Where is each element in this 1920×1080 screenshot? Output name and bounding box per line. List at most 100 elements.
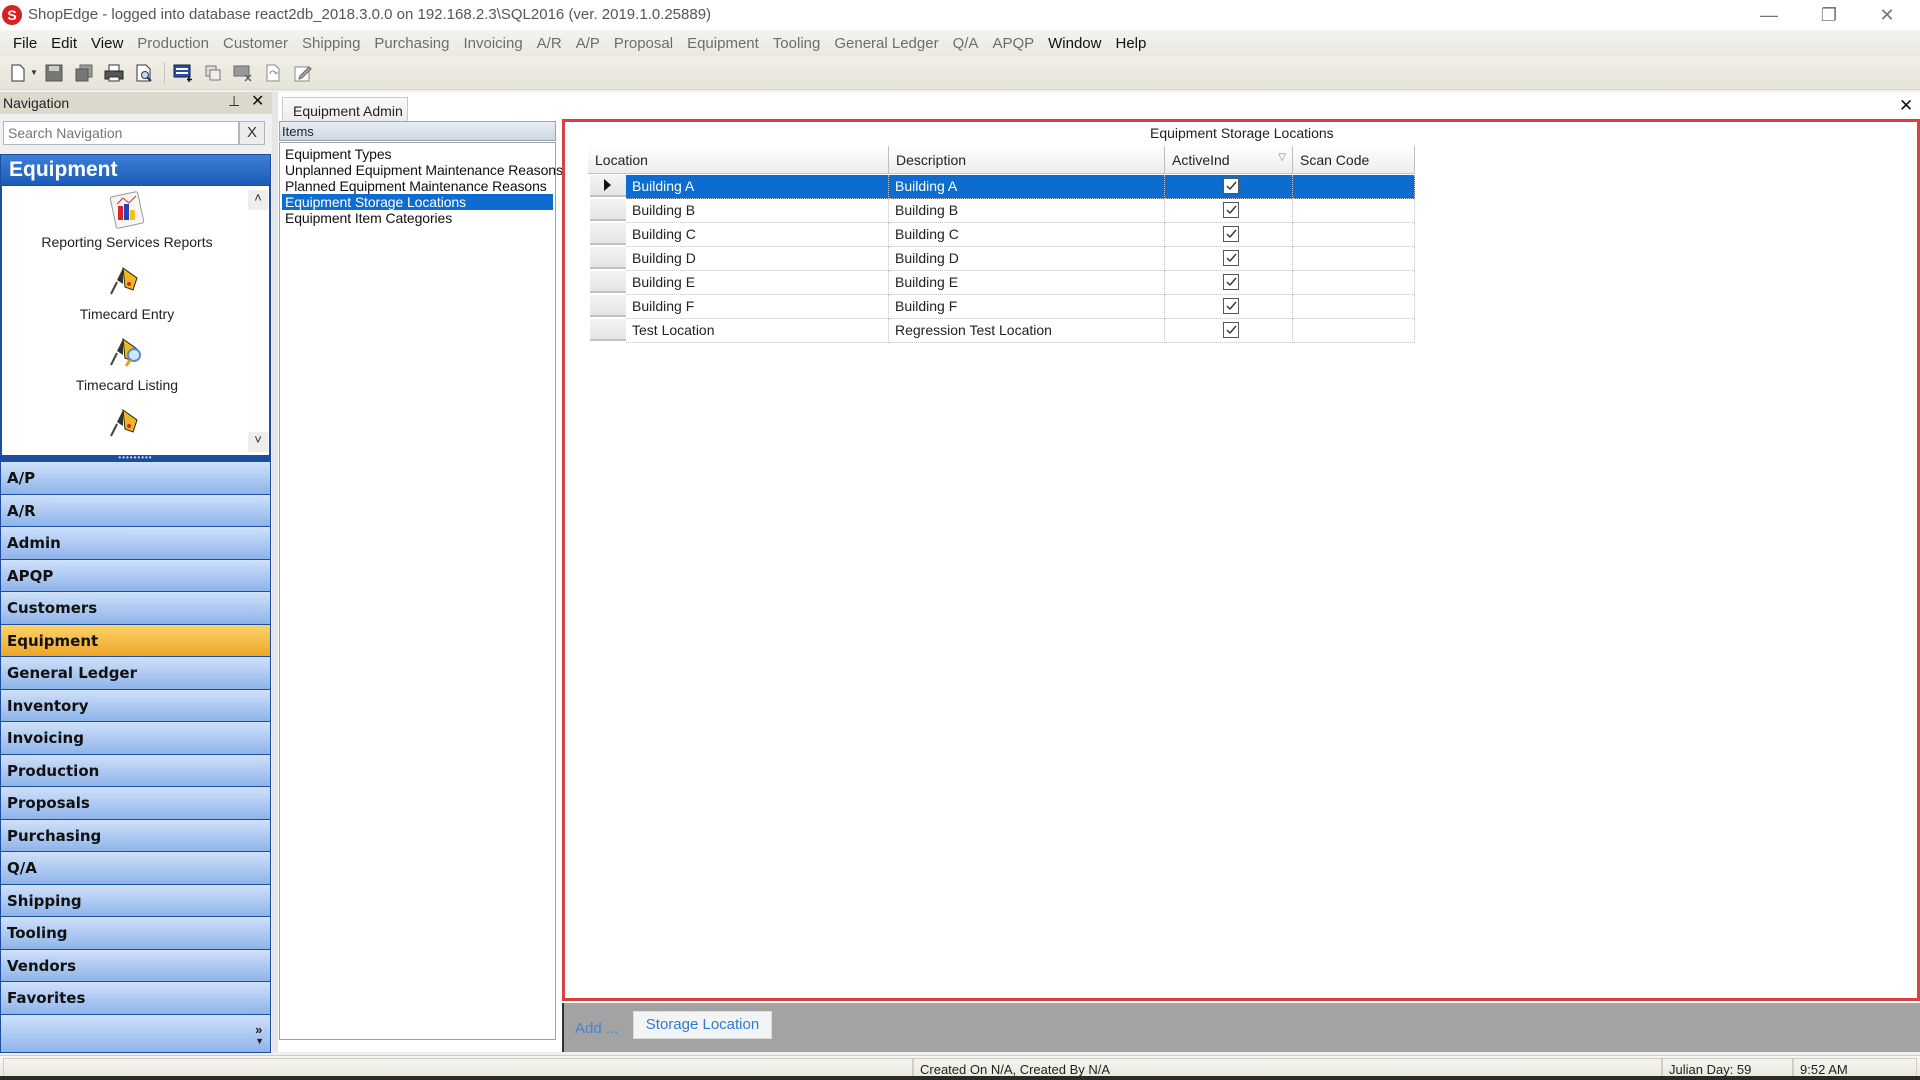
nav-group-a-r[interactable]: A/R <box>0 494 271 527</box>
navigation-splitter[interactable]: ••••••••• <box>0 454 271 462</box>
search-navigation-input[interactable] <box>3 121 239 145</box>
item-equipment-storage-locations[interactable]: Equipment Storage Locations <box>282 194 553 210</box>
cell-location[interactable]: Test Location <box>626 319 889 343</box>
cell-scan-code[interactable] <box>1293 319 1415 343</box>
active-checkbox[interactable] <box>1223 178 1239 194</box>
active-checkbox[interactable] <box>1223 274 1239 290</box>
clear-search-button[interactable]: X <box>239 121 265 145</box>
refresh-icon[interactable] <box>261 61 285 85</box>
cell-description[interactable]: Building D <box>889 247 1165 271</box>
menu-invoicing[interactable]: Invoicing <box>456 35 529 52</box>
menu-proposal[interactable]: Proposal <box>607 35 680 52</box>
copy-record-icon[interactable] <box>201 61 225 85</box>
column-header-scan-code[interactable]: Scan Code <box>1293 146 1415 174</box>
column-header-location[interactable]: Location <box>588 146 889 174</box>
cell-description[interactable]: Building C <box>889 223 1165 247</box>
shortcut-scroll-up-button[interactable]: ˄ <box>248 190 268 210</box>
menu-view[interactable]: View <box>84 35 130 52</box>
new-dropdown-icon[interactable]: ▼ <box>30 68 38 77</box>
delete-record-icon[interactable] <box>231 61 255 85</box>
menu-a-r[interactable]: A/R <box>530 35 569 52</box>
tab-equipment-admin[interactable]: Equipment Admin <box>282 97 408 121</box>
active-checkbox[interactable] <box>1223 322 1239 338</box>
shortcut-scroll-down-button[interactable]: ˅ <box>248 432 268 452</box>
cell-scan-code[interactable] <box>1293 223 1415 247</box>
nav-group-customers[interactable]: Customers <box>0 592 271 625</box>
print-preview-icon[interactable] <box>132 61 156 85</box>
close-navigation-icon[interactable]: ✕ <box>251 91 264 111</box>
nav-group-shipping[interactable]: Shipping <box>0 884 271 917</box>
cell-description[interactable]: Building F <box>889 295 1165 319</box>
row-selector[interactable] <box>590 271 626 293</box>
minimize-button[interactable]: — <box>1740 0 1798 30</box>
nav-group-proposals[interactable]: Proposals <box>0 787 271 820</box>
menu-edit[interactable]: Edit <box>44 35 84 52</box>
menu-q-a[interactable]: Q/A <box>946 35 986 52</box>
nav-group-a-p[interactable]: A/P <box>0 462 271 495</box>
save-icon[interactable] <box>42 61 66 85</box>
column-header-activeind[interactable]: ActiveInd ▽ <box>1165 146 1293 174</box>
nav-group-tooling[interactable]: Tooling <box>0 917 271 950</box>
cell-scan-code[interactable] <box>1293 175 1415 199</box>
column-header-description[interactable]: Description <box>889 146 1165 174</box>
row-selector[interactable] <box>590 319 626 341</box>
nav-group-vendors[interactable]: Vendors <box>0 949 271 982</box>
nav-group-invoicing[interactable]: Invoicing <box>0 722 271 755</box>
item-unplanned-equipment-maintenance-reasons[interactable]: Unplanned Equipment Maintenance Reasons <box>282 162 563 178</box>
row-selector[interactable] <box>590 223 626 245</box>
menu-customer[interactable]: Customer <box>216 35 295 52</box>
menu-window[interactable]: Window <box>1041 35 1108 52</box>
menu-file[interactable]: File <box>6 35 44 52</box>
active-checkbox[interactable] <box>1223 226 1239 242</box>
nav-group-equipment[interactable]: Equipment <box>0 624 271 657</box>
nav-group-favorites[interactable]: Favorites <box>0 982 271 1015</box>
edit-icon[interactable] <box>291 61 315 85</box>
cell-scan-code[interactable] <box>1293 295 1415 319</box>
active-checkbox[interactable] <box>1223 202 1239 218</box>
add-link[interactable]: Add ... <box>575 1020 618 1037</box>
print-icon[interactable] <box>102 61 126 85</box>
nav-group-apqp[interactable]: APQP <box>0 559 271 592</box>
nav-group-admin[interactable]: Admin <box>0 527 271 560</box>
pin-icon[interactable]: ⊥ <box>228 93 240 110</box>
row-selector[interactable] <box>590 199 626 221</box>
cell-scan-code[interactable] <box>1293 271 1415 295</box>
menu-shipping[interactable]: Shipping <box>295 35 367 52</box>
new-document-icon[interactable] <box>6 61 30 85</box>
table-row[interactable]: Building F Building F <box>588 295 1415 319</box>
filter-icon[interactable]: ▽ <box>1278 152 1286 163</box>
restore-button[interactable]: ❐ <box>1800 0 1858 30</box>
table-row[interactable]: Building E Building E <box>588 271 1415 295</box>
cell-description[interactable]: Building B <box>889 199 1165 223</box>
cell-scan-code[interactable] <box>1293 199 1415 223</box>
item-equipment-item-categories[interactable]: Equipment Item Categories <box>282 210 553 226</box>
active-checkbox[interactable] <box>1223 250 1239 266</box>
row-selector[interactable] <box>590 295 626 317</box>
cell-description[interactable]: Regression Test Location <box>889 319 1165 343</box>
menu-equipment[interactable]: Equipment <box>680 35 766 52</box>
menu-tooling[interactable]: Tooling <box>766 35 828 52</box>
shortcut-unlabeled[interactable] <box>2 404 252 444</box>
shortcut-reporting-services-reports[interactable]: Reporting Services Reports <box>2 190 252 250</box>
menu-help[interactable]: Help <box>1108 35 1153 52</box>
nav-group-inventory[interactable]: Inventory <box>0 689 271 722</box>
menu-purchasing[interactable]: Purchasing <box>367 35 456 52</box>
table-row[interactable]: Test Location Regression Test Location <box>588 319 1415 343</box>
nav-group-general-ledger[interactable]: General Ledger <box>0 657 271 690</box>
save-all-icon[interactable] <box>72 61 96 85</box>
shortcut-timecard-entry[interactable]: Timecard Entry <box>2 262 252 322</box>
menu-apqp[interactable]: APQP <box>985 35 1041 52</box>
cell-location[interactable]: Building A <box>626 175 889 199</box>
item-equipment-types[interactable]: Equipment Types <box>282 146 553 162</box>
row-selector[interactable] <box>590 175 626 197</box>
row-selector[interactable] <box>590 247 626 269</box>
nav-group-purchasing[interactable]: Purchasing <box>0 819 271 852</box>
close-document-icon[interactable]: ✕ <box>1899 96 1913 116</box>
cell-description[interactable]: Building E <box>889 271 1165 295</box>
item-planned-equipment-maintenance-reasons[interactable]: Planned Equipment Maintenance Reasons <box>282 178 553 194</box>
cell-location[interactable]: Building B <box>626 199 889 223</box>
table-row[interactable]: Building A Building A <box>588 175 1415 199</box>
close-window-button[interactable]: ✕ <box>1858 0 1916 30</box>
cell-scan-code[interactable] <box>1293 247 1415 271</box>
cell-location[interactable]: Building E <box>626 271 889 295</box>
